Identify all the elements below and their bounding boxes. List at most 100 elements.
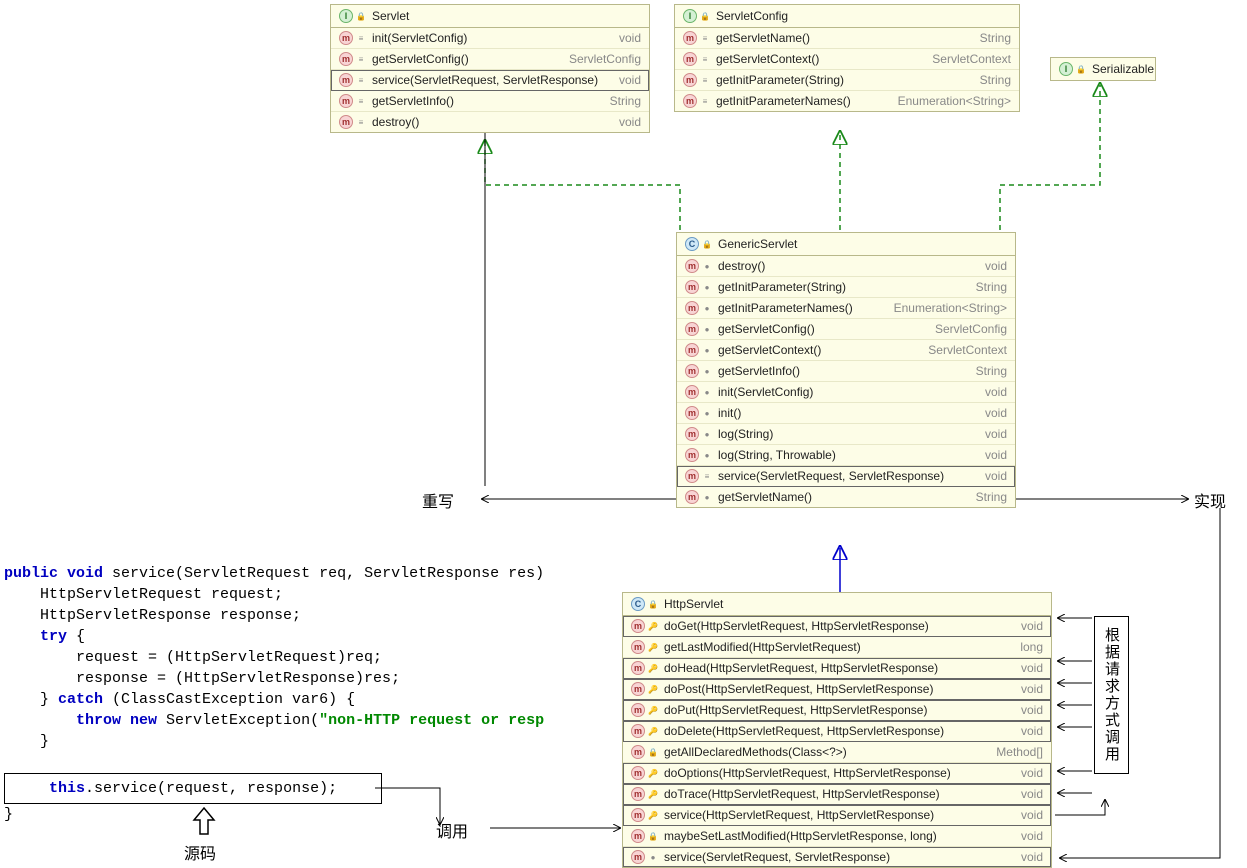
modifier-icon: 🔑 [648, 663, 658, 673]
method-row: m●log(String)void [677, 424, 1015, 445]
source-code: public void service(ServletRequest req, … [4, 542, 544, 825]
method-signature: service(ServletRequest, ServletResponse) [664, 850, 1011, 864]
method-icon: m [685, 364, 699, 378]
method-signature: log(String) [718, 427, 975, 441]
method-signature: getInitParameterNames() [718, 301, 884, 315]
method-row: m●getServletName()String [677, 487, 1015, 507]
method-row: m●getInitParameterNames()Enumeration<Str… [677, 298, 1015, 319]
modifier-icon: 🔒 [648, 831, 658, 841]
method-row: m●getServletConfig()ServletConfig [677, 319, 1015, 340]
modifier-icon: 🔒 [702, 239, 712, 249]
return-type: String [980, 73, 1011, 87]
modifier-icon: 🔑 [648, 768, 658, 778]
modifier-icon: 🔒 [356, 11, 366, 21]
method-signature: service(HttpServletRequest, HttpServletR… [664, 808, 1011, 822]
method-signature: getServletName() [718, 490, 966, 504]
method-icon: m [339, 73, 353, 87]
return-type: void [1021, 808, 1043, 822]
modifier-icon: ● [702, 387, 712, 397]
method-row: m🔒maybeSetLastModified(HttpServletRespon… [623, 826, 1051, 847]
method-signature: getServletName() [716, 31, 970, 45]
return-type: ServletConfig [569, 52, 641, 66]
method-list: m≡init(ServletConfig)voidm≡getServletCon… [331, 28, 649, 132]
method-row: m🔑service(HttpServletRequest, HttpServle… [623, 805, 1051, 826]
return-type: String [976, 280, 1007, 294]
modifier-icon: ≡ [700, 54, 710, 64]
return-type: void [985, 385, 1007, 399]
method-signature: init(ServletConfig) [372, 31, 609, 45]
class-icon: C [631, 597, 645, 611]
modifier-icon: 🔒 [700, 11, 710, 21]
class-servlet: I 🔒 Servlet m≡init(ServletConfig)voidm≡g… [330, 4, 650, 133]
method-signature: maybeSetLastModified(HttpServletResponse… [664, 829, 1011, 843]
method-icon: m [685, 301, 699, 315]
class-header: I 🔒 Servlet [331, 5, 649, 28]
method-signature: getServletConfig() [372, 52, 559, 66]
method-icon: m [631, 745, 645, 759]
modifier-icon: ● [702, 366, 712, 376]
method-icon: m [631, 640, 645, 654]
method-row: m🔑doPut(HttpServletRequest, HttpServletR… [623, 700, 1051, 721]
class-title: ServletConfig [716, 9, 788, 23]
method-signature: doPut(HttpServletRequest, HttpServletRes… [664, 703, 1011, 717]
return-type: ServletContext [932, 52, 1011, 66]
method-row: m🔒getAllDeclaredMethods(Class<?>)Method[… [623, 742, 1051, 763]
method-signature: doPost(HttpServletRequest, HttpServletRe… [664, 682, 1011, 696]
method-row: m🔑 doOptions(HttpServletRequest, HttpServ… [623, 763, 1051, 784]
method-icon: m [631, 787, 645, 801]
method-row: m≡service(ServletRequest, ServletRespons… [331, 70, 649, 91]
method-icon: m [685, 322, 699, 336]
method-icon: m [685, 259, 699, 273]
method-icon: m [683, 52, 697, 66]
class-servletconfig: I 🔒 ServletConfig m≡getServletName()Stri… [674, 4, 1020, 112]
modifier-icon: ≡ [702, 471, 712, 481]
method-signature: getServletInfo() [372, 94, 600, 108]
return-type: void [985, 469, 1007, 483]
class-title: HttpServlet [664, 597, 723, 611]
label-source: 源码 [184, 840, 216, 864]
this-service-box: this.service(request, response); [4, 773, 382, 804]
method-row: m●init(ServletConfig)void [677, 382, 1015, 403]
method-signature: getLastModified(HttpServletRequest) [664, 640, 1010, 654]
method-icon: m [339, 31, 353, 45]
method-row: m≡init(ServletConfig)void [331, 28, 649, 49]
interface-icon: I [339, 9, 353, 23]
method-row: m🔑doHead(HttpServletRequest, HttpServlet… [623, 658, 1051, 679]
method-signature: init() [718, 406, 975, 420]
return-type: void [1021, 682, 1043, 696]
return-type: ServletContext [928, 343, 1007, 357]
return-type: void [1021, 850, 1043, 864]
return-type: void [985, 448, 1007, 462]
class-header: C 🔒 GenericServlet [677, 233, 1015, 256]
method-signature: doDelete(HttpServletRequest, HttpServlet… [664, 724, 1011, 738]
method-icon: m [631, 766, 645, 780]
method-icon: m [631, 808, 645, 822]
method-row: m●log(String, Throwable)void [677, 445, 1015, 466]
class-header: C 🔒 HttpServlet [623, 593, 1051, 616]
class-serializable: I 🔒 Serializable [1050, 57, 1156, 81]
method-icon: m [683, 31, 697, 45]
method-row: m🔑doPost(HttpServletRequest, HttpServlet… [623, 679, 1051, 700]
method-signature: getServletInfo() [718, 364, 966, 378]
method-signature: getAllDeclaredMethods(Class<?>) [664, 745, 986, 759]
modifier-icon: 🔑 [648, 642, 658, 652]
method-row: m●getServletInfo()String [677, 361, 1015, 382]
modifier-icon: ≡ [700, 33, 710, 43]
method-signature: destroy() [718, 259, 975, 273]
modifier-icon: 🔒 [648, 747, 658, 757]
method-signature: service(ServletRequest, ServletResponse) [718, 469, 975, 483]
return-type: void [619, 73, 641, 87]
class-title: Serializable [1092, 62, 1154, 76]
modifier-icon: ≡ [356, 96, 366, 106]
method-icon: m [683, 73, 697, 87]
method-icon: m [685, 280, 699, 294]
return-type: String [976, 490, 1007, 504]
method-icon: m [683, 94, 697, 108]
method-signature: doOptions(HttpServletRequest, HttpServle… [664, 766, 1011, 780]
method-icon: m [339, 52, 353, 66]
interface-icon: I [1059, 62, 1073, 76]
method-signature: getServletContext() [716, 52, 922, 66]
class-title: GenericServlet [718, 237, 797, 251]
method-icon: m [685, 343, 699, 357]
modifier-icon: ● [702, 429, 712, 439]
